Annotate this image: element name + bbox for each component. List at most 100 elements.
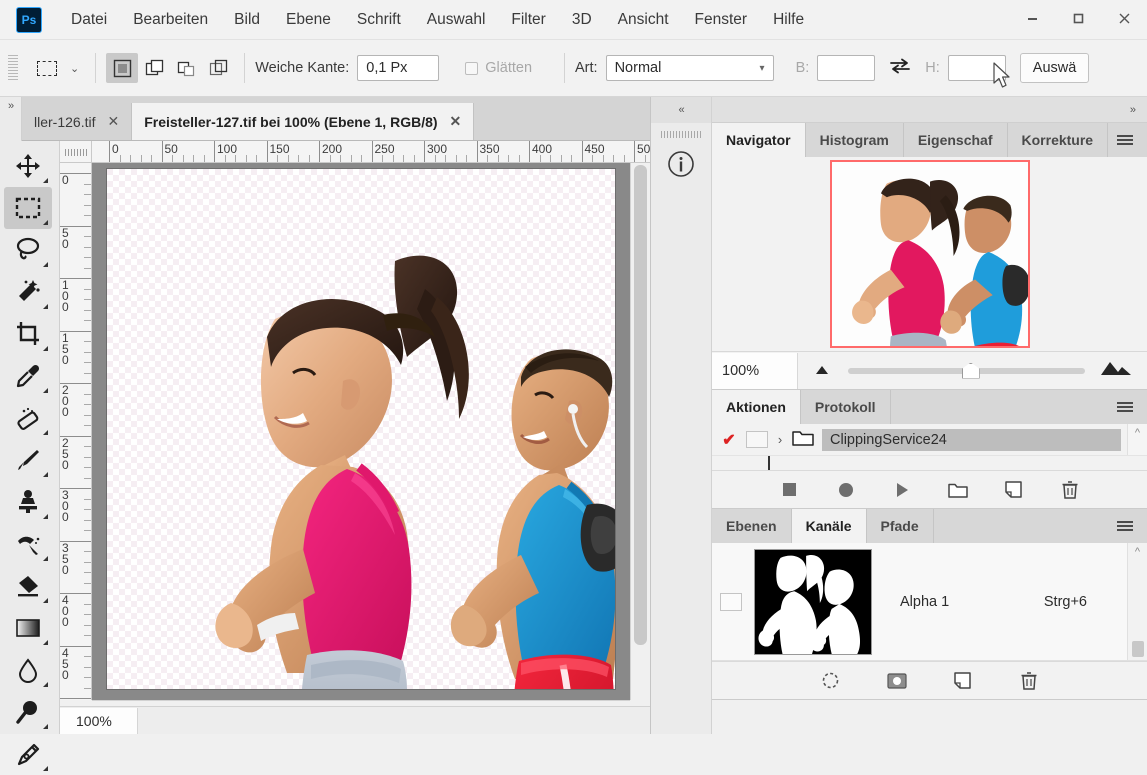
rectangular-marquee-tool[interactable]: [4, 187, 52, 229]
tab-kanaele[interactable]: Kanäle: [792, 509, 867, 543]
action-set-name[interactable]: ClippingService24: [822, 429, 1121, 451]
tab-korrekturen[interactable]: Korrekture: [1008, 123, 1109, 157]
horizontal-ruler[interactable]: 05010015020025030035040045050: [92, 141, 650, 163]
stop-icon[interactable]: [779, 479, 801, 501]
save-selection-icon[interactable]: [886, 670, 908, 692]
actions-scrollbar[interactable]: ^: [1127, 424, 1147, 455]
canvas-vertical-scrollbar[interactable]: [630, 163, 650, 700]
healing-brush-tool[interactable]: [4, 397, 52, 439]
tab-navigator[interactable]: Navigator: [712, 123, 806, 157]
scrollbar-thumb[interactable]: [634, 165, 647, 645]
style-select[interactable]: Normal ▾: [606, 55, 774, 81]
close-icon[interactable]: ✕: [450, 113, 462, 130]
clone-stamp-tool[interactable]: [4, 481, 52, 523]
small-mountain-icon[interactable]: [812, 362, 834, 380]
document-tab-1[interactable]: Freisteller-127.tif bei 100% (Ebene 1, R…: [132, 103, 474, 140]
navigator-zoom-slider[interactable]: [848, 368, 1085, 374]
play-icon[interactable]: [891, 479, 913, 501]
menu-fenster[interactable]: Fenster: [682, 0, 761, 40]
rectangular-marquee-icon[interactable]: [30, 51, 64, 85]
tab-pfade[interactable]: Pfade: [867, 509, 934, 543]
new-set-icon[interactable]: [947, 479, 969, 501]
panels-expand-bar[interactable]: »: [712, 97, 1147, 123]
dodge-tool[interactable]: [4, 691, 52, 733]
menu-hilfe[interactable]: Hilfe: [760, 0, 817, 40]
eraser-tool[interactable]: [4, 565, 52, 607]
new-action-icon[interactable]: [1003, 479, 1025, 501]
chevron-right-icon[interactable]: ›: [768, 432, 792, 447]
delete-channel-icon[interactable]: [1018, 670, 1040, 692]
scroll-up-icon[interactable]: ^: [1135, 546, 1140, 558]
select-subject-button[interactable]: Auswä: [1020, 53, 1090, 83]
record-icon[interactable]: [835, 479, 857, 501]
menu-bearbeiten[interactable]: Bearbeiten: [120, 0, 221, 40]
status-zoom-level[interactable]: 100%: [60, 708, 138, 734]
action-enabled-check-icon[interactable]: ✔: [718, 430, 740, 450]
load-selection-icon[interactable]: [820, 670, 842, 692]
action-dialog-toggle[interactable]: [746, 431, 768, 448]
minimize-icon[interactable]: [1009, 0, 1055, 36]
canvas-area[interactable]: [92, 163, 630, 700]
tab-eigenschaften[interactable]: Eigenschaf: [904, 123, 1008, 157]
crop-tool[interactable]: [4, 313, 52, 355]
lasso-tool[interactable]: [4, 229, 52, 271]
panel-menu-icon[interactable]: [1113, 123, 1137, 157]
menu-auswahl[interactable]: Auswahl: [414, 0, 499, 40]
options-bar-grip[interactable]: [8, 55, 18, 81]
width-input[interactable]: [817, 55, 875, 81]
document-canvas[interactable]: [107, 169, 615, 689]
menu-3d[interactable]: 3D: [559, 0, 605, 40]
intersect-with-selection-button[interactable]: [202, 53, 234, 83]
collapse-panels-icon[interactable]: «: [651, 97, 711, 123]
pen-tool[interactable]: [4, 733, 52, 775]
maximize-icon[interactable]: [1055, 0, 1101, 36]
large-mountain-icon[interactable]: [1099, 360, 1133, 381]
channels-scrollbar[interactable]: ^: [1127, 543, 1147, 660]
panel-menu-icon[interactable]: [1113, 390, 1137, 424]
brush-tool[interactable]: [4, 439, 52, 481]
add-to-selection-button[interactable]: [138, 53, 170, 83]
menu-ansicht[interactable]: Ansicht: [605, 0, 682, 40]
vertical-ruler[interactable]: 0501001502002503003504004505: [60, 163, 92, 700]
ruler-origin[interactable]: [60, 141, 92, 163]
toolbox-header[interactable]: »: [0, 97, 22, 141]
panel-menu-icon[interactable]: [1113, 509, 1137, 543]
antialias-group[interactable]: Glätten: [465, 60, 540, 76]
info-icon[interactable]: [661, 144, 701, 184]
tab-protokoll[interactable]: Protokoll: [801, 390, 891, 424]
zoom-slider-thumb[interactable]: [962, 363, 980, 379]
menu-datei[interactable]: Datei: [58, 0, 120, 40]
move-tool[interactable]: [4, 145, 52, 187]
close-icon[interactable]: ✕: [107, 113, 119, 130]
navigator-preview[interactable]: [712, 157, 1147, 351]
expand-panels-icon[interactable]: »: [1130, 104, 1135, 116]
action-set-row[interactable]: ✔ › ClippingService24 ^: [712, 424, 1147, 456]
blur-tool[interactable]: [4, 649, 52, 691]
expand-toolbox-icon[interactable]: »: [8, 100, 13, 112]
tab-histogramm[interactable]: Histogram: [806, 123, 904, 157]
gradient-tool[interactable]: [4, 607, 52, 649]
new-channel-icon[interactable]: [952, 670, 974, 692]
chevron-down-icon[interactable]: ⌄: [70, 62, 79, 75]
height-input[interactable]: [948, 55, 1006, 81]
navigator-zoom-value[interactable]: 100%: [712, 353, 798, 389]
dock-grip[interactable]: [661, 131, 701, 138]
delete-icon[interactable]: [1059, 479, 1081, 501]
quick-selection-tool[interactable]: [4, 271, 52, 313]
channel-row-alpha1[interactable]: Alpha 1 Strg+6 ^: [712, 543, 1147, 661]
history-brush-tool[interactable]: [4, 523, 52, 565]
eyedropper-tool[interactable]: [4, 355, 52, 397]
action-row-partial[interactable]: [712, 456, 1147, 470]
channel-visibility-toggle[interactable]: [720, 593, 742, 611]
new-selection-button[interactable]: [106, 53, 138, 83]
menu-filter[interactable]: Filter: [498, 0, 558, 40]
tab-aktionen[interactable]: Aktionen: [712, 390, 801, 424]
menu-ebene[interactable]: Ebene: [273, 0, 344, 40]
navigator-thumbnail[interactable]: [830, 160, 1030, 348]
scrollbar-thumb[interactable]: [1132, 641, 1144, 657]
menu-schrift[interactable]: Schrift: [344, 0, 414, 40]
alpha-mask-thumbnail[interactable]: [754, 549, 872, 655]
antialias-checkbox[interactable]: [465, 62, 478, 75]
menu-bild[interactable]: Bild: [221, 0, 273, 40]
tab-ebenen[interactable]: Ebenen: [712, 509, 792, 543]
